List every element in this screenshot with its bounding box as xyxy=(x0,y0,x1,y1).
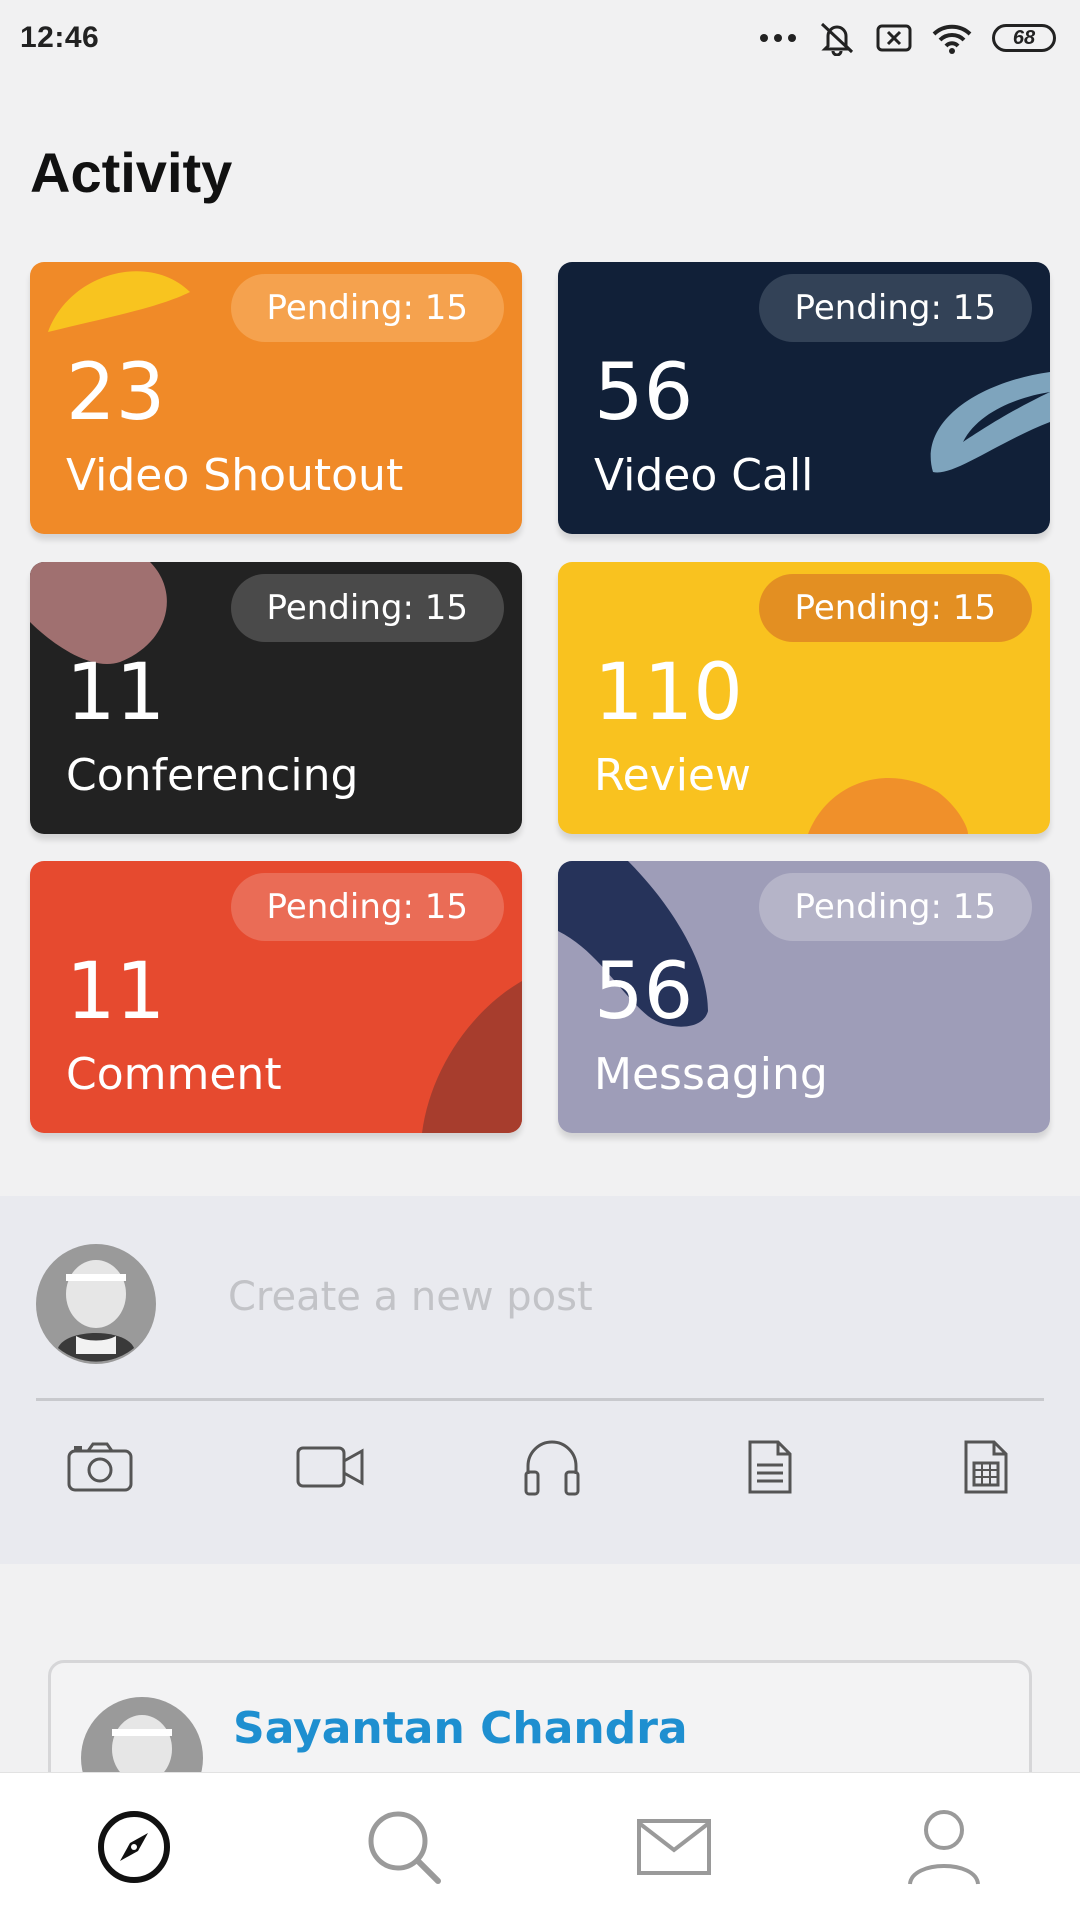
status-bar: 12:46 68 xyxy=(0,0,1080,76)
pending-badge: Pending: 15 xyxy=(230,873,504,941)
headphones-icon[interactable] xyxy=(512,1432,592,1502)
more-dots-icon xyxy=(758,32,798,44)
card-label: Video Call xyxy=(594,450,814,501)
card-video-shoutout[interactable]: Pending: 15 23 Video Shoutout xyxy=(30,262,522,534)
status-time: 12:46 xyxy=(20,21,100,54)
card-count: 11 xyxy=(66,648,166,738)
card-label: Conferencing xyxy=(66,750,359,801)
create-post-input[interactable]: Create a new post xyxy=(228,1274,593,1320)
card-review[interactable]: Pending: 15 110 Review xyxy=(558,562,1050,834)
pending-badge: Pending: 15 xyxy=(758,274,1032,342)
card-label: Messaging xyxy=(594,1049,828,1100)
profile-icon[interactable] xyxy=(896,1799,992,1895)
sim-off-icon xyxy=(876,23,912,53)
post-author-name[interactable]: Sayantan Chandra xyxy=(233,1703,688,1754)
wifi-icon xyxy=(932,22,972,54)
explore-icon[interactable] xyxy=(86,1799,182,1895)
page-title: Activity xyxy=(30,141,233,204)
video-icon[interactable] xyxy=(290,1432,370,1502)
mute-icon xyxy=(818,20,856,56)
search-icon[interactable] xyxy=(356,1799,452,1895)
card-video-call[interactable]: Pending: 15 56 Video Call xyxy=(558,262,1050,534)
spreadsheet-icon[interactable] xyxy=(946,1432,1026,1502)
mail-icon[interactable] xyxy=(626,1799,722,1895)
pending-badge: Pending: 15 xyxy=(230,574,504,642)
card-messaging[interactable]: Pending: 15 56 Messaging xyxy=(558,861,1050,1133)
battery-icon: 68 xyxy=(992,24,1056,52)
card-count: 110 xyxy=(594,648,743,738)
card-conferencing[interactable]: Pending: 15 11 Conferencing xyxy=(30,562,522,834)
divider xyxy=(36,1398,1044,1401)
card-label: Video Shoutout xyxy=(66,450,404,501)
card-count: 11 xyxy=(66,947,166,1037)
status-icons: 68 xyxy=(758,20,1056,56)
card-comment[interactable]: Pending: 15 11 Comment xyxy=(30,861,522,1133)
card-count: 56 xyxy=(594,947,694,1037)
document-icon[interactable] xyxy=(730,1432,810,1502)
card-count: 23 xyxy=(66,348,166,438)
activity-screen: 12:46 68 Activity Pending: 15 23 Video S… xyxy=(0,0,1080,1920)
pending-badge: Pending: 15 xyxy=(758,574,1032,642)
pending-badge: Pending: 15 xyxy=(230,274,504,342)
card-label: Review xyxy=(594,750,751,801)
card-label: Comment xyxy=(66,1049,282,1100)
camera-icon[interactable] xyxy=(60,1432,140,1502)
post-composer: Create a new post xyxy=(0,1196,1080,1564)
card-count: 56 xyxy=(594,348,694,438)
pending-badge: Pending: 15 xyxy=(758,873,1032,941)
avatar[interactable] xyxy=(36,1244,156,1364)
bottom-navigation xyxy=(0,1772,1080,1920)
